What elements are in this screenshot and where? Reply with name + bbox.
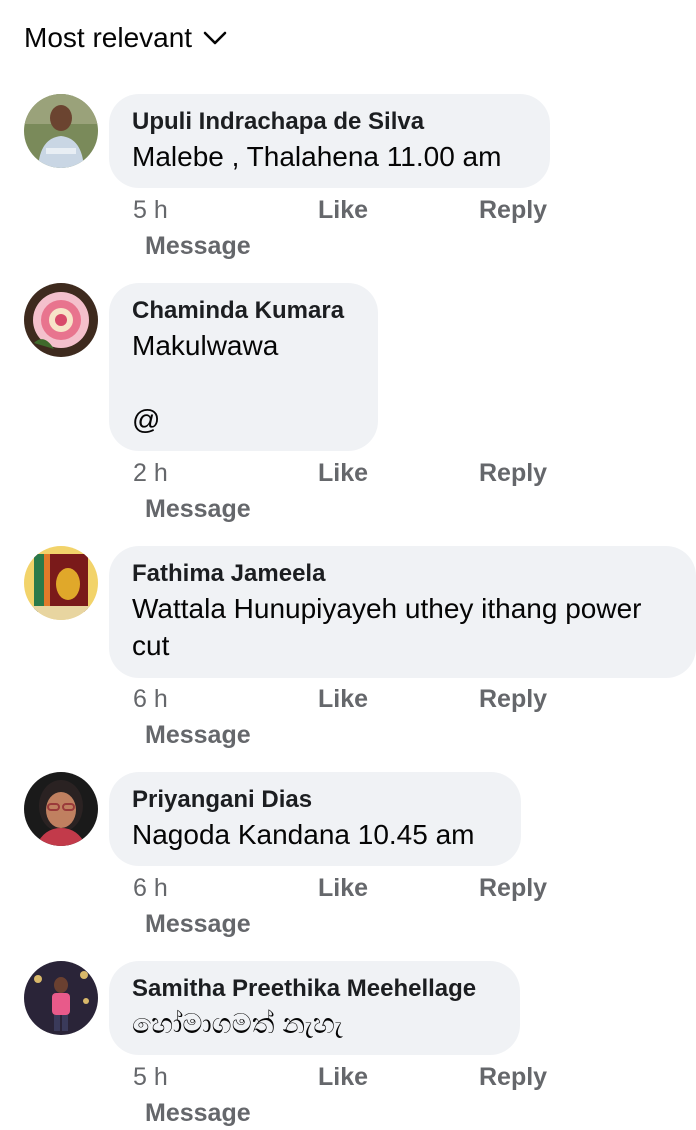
avatar[interactable] bbox=[24, 961, 98, 1035]
comment-bubble: Upuli Indrachapa de Silva Malebe , Thala… bbox=[109, 94, 550, 188]
comment-bubble: Fathima Jameela Wattala Hunupiyayeh uthe… bbox=[109, 546, 696, 678]
comment-author[interactable]: Upuli Indrachapa de Silva bbox=[132, 106, 528, 138]
comment-actions: 5 h Like Reply Message bbox=[0, 1062, 696, 1130]
comment-text: Wattala Hunupiyayeh uthey ithang power c… bbox=[132, 593, 642, 661]
comment-actions: 2 h Like Reply Message bbox=[0, 458, 696, 538]
like-button[interactable]: Like bbox=[318, 873, 368, 903]
reply-button[interactable]: Reply bbox=[479, 195, 547, 225]
sort-label: Most relevant bbox=[24, 22, 193, 53]
comment-text: හෝමාගමත් නැහැ bbox=[132, 1008, 343, 1039]
comment-author[interactable]: Fathima Jameela bbox=[132, 558, 674, 590]
avatar[interactable] bbox=[24, 283, 98, 357]
comment-author[interactable]: Samitha Preethika Meehellage bbox=[132, 973, 498, 1005]
comment-text: Nagoda Kandana 10.45 am bbox=[132, 819, 475, 850]
comment-actions: 5 h Like Reply Message bbox=[0, 195, 696, 275]
comment-text: Makulwawa @ bbox=[132, 330, 279, 435]
comment-time[interactable]: 5 h bbox=[133, 1062, 168, 1092]
comment-actions: 6 h Like Reply Message bbox=[0, 873, 696, 953]
comment-actions: 6 h Like Reply Message bbox=[0, 684, 696, 764]
like-button[interactable]: Like bbox=[318, 458, 368, 488]
comment-time[interactable]: 2 h bbox=[133, 458, 168, 488]
reply-button[interactable]: Reply bbox=[479, 873, 547, 903]
avatar[interactable] bbox=[24, 94, 98, 168]
chevron-down-icon bbox=[203, 31, 227, 45]
comment-author[interactable]: Priyangani Dias bbox=[132, 784, 499, 816]
reply-button[interactable]: Reply bbox=[479, 458, 547, 488]
avatar[interactable] bbox=[24, 772, 98, 846]
reply-button[interactable]: Reply bbox=[479, 1062, 547, 1092]
comment-bubble: Priyangani Dias Nagoda Kandana 10.45 am bbox=[109, 772, 521, 866]
comment-bubble: Samitha Preethika Meehellage හෝමාගමත් නැ… bbox=[109, 961, 520, 1055]
message-button[interactable]: Message bbox=[145, 494, 251, 524]
message-button[interactable]: Message bbox=[145, 720, 251, 750]
like-button[interactable]: Like bbox=[318, 195, 368, 225]
comment-time[interactable]: 5 h bbox=[133, 195, 168, 225]
like-button[interactable]: Like bbox=[318, 1062, 368, 1092]
message-button[interactable]: Message bbox=[145, 231, 251, 261]
like-button[interactable]: Like bbox=[318, 684, 368, 714]
reply-button[interactable]: Reply bbox=[479, 684, 547, 714]
avatar[interactable] bbox=[24, 546, 98, 620]
comment-author[interactable]: Chaminda Kumara bbox=[132, 295, 356, 327]
comment-text: Malebe , Thalahena 11.00 am bbox=[132, 141, 502, 172]
comment-time[interactable]: 6 h bbox=[133, 684, 168, 714]
message-button[interactable]: Message bbox=[145, 909, 251, 939]
sort-dropdown[interactable]: Most relevant bbox=[24, 20, 228, 56]
message-button[interactable]: Message bbox=[145, 1098, 251, 1128]
comment-bubble: Chaminda Kumara Makulwawa @ bbox=[109, 283, 378, 451]
comment-time[interactable]: 6 h bbox=[133, 873, 168, 903]
